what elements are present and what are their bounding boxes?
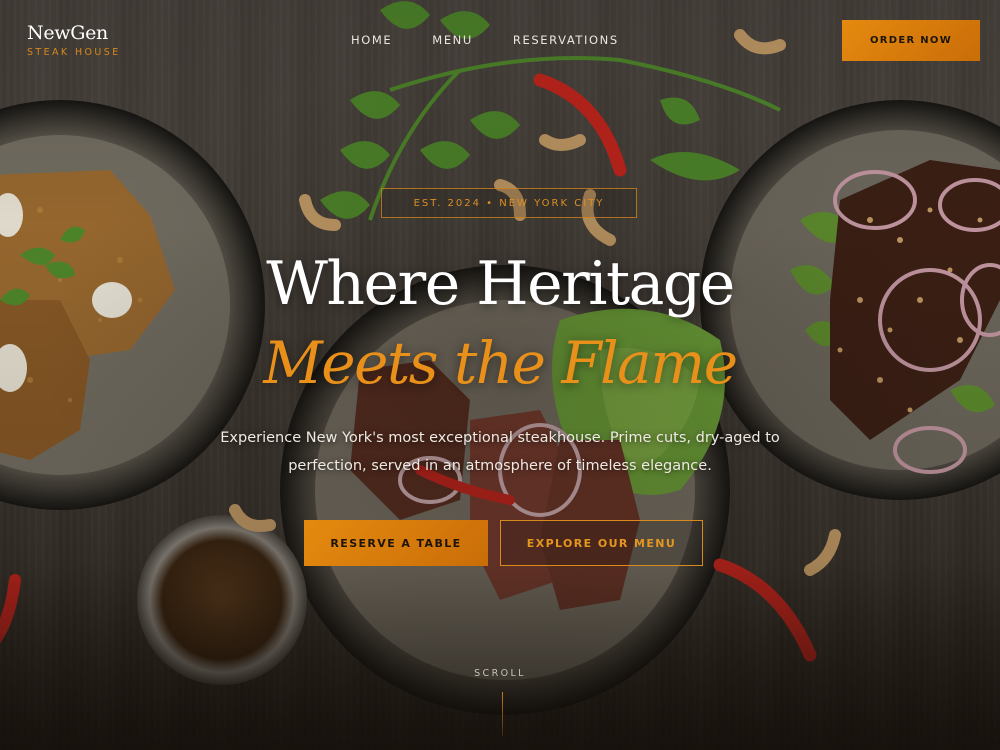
top-navigation: NewGen STEAK HOUSE HOME MENU RESERVATION… — [0, 0, 1000, 80]
nav-links: HOME MENU RESERVATIONS — [351, 33, 619, 47]
explore-menu-button[interactable]: EXPLORE OUR MENU — [500, 520, 703, 566]
nav-link-menu[interactable]: MENU — [432, 33, 473, 47]
brand-logo[interactable]: NewGen STEAK HOUSE — [27, 22, 121, 58]
hero-section: NewGen STEAK HOUSE HOME MENU RESERVATION… — [0, 0, 1000, 750]
brand-tagline: STEAK HOUSE — [27, 47, 121, 58]
order-now-button[interactable]: ORDER NOW — [842, 20, 980, 61]
headline-line-1: Where Heritage — [266, 249, 735, 319]
reserve-table-button[interactable]: RESERVE A TABLE — [304, 520, 488, 566]
scroll-indicator-label[interactable]: SCROLL — [0, 668, 1000, 679]
headline-line-2: Meets the Flame — [263, 329, 738, 397]
established-badge: EST. 2024 • NEW YORK CITY — [381, 188, 637, 218]
scroll-indicator-line — [502, 692, 503, 736]
nav-link-home[interactable]: HOME — [351, 33, 392, 47]
brand-name: NewGen — [27, 22, 108, 44]
hero-subtitle: Experience New York's most exceptional s… — [220, 430, 780, 474]
nav-link-reservations[interactable]: RESERVATIONS — [513, 33, 619, 47]
